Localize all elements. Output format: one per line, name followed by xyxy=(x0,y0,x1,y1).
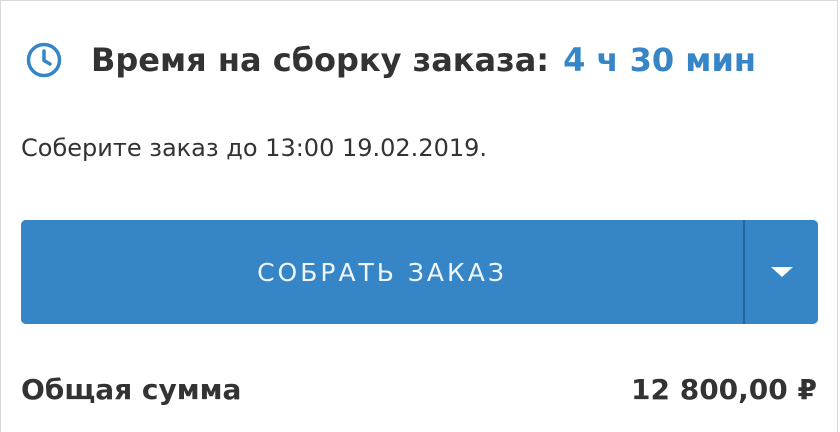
assembly-time-row: Время на сборку заказа: 4 ч 30 мин xyxy=(25,37,756,83)
assembly-time-value: 4 ч 30 мин xyxy=(563,41,756,79)
order-assembly-card: Время на сборку заказа: 4 ч 30 мин Собер… xyxy=(0,0,838,432)
total-value: 12 800,00 ₽ xyxy=(631,372,817,406)
assemble-order-button-group: СОБРАТЬ ЗАКАЗ xyxy=(21,220,818,324)
total-label: Общая сумма xyxy=(21,372,242,406)
dropdown-toggle-button[interactable] xyxy=(745,220,818,324)
deadline-text: Соберите заказ до 13:00 19.02.2019. xyxy=(21,134,488,162)
assemble-order-button[interactable]: СОБРАТЬ ЗАКАЗ xyxy=(21,220,743,324)
caret-down-icon xyxy=(770,267,793,277)
total-row: Общая сумма 12 800,00 ₽ xyxy=(21,367,817,411)
clock-icon xyxy=(25,41,63,79)
assembly-time-label: Время на сборку заказа: xyxy=(91,41,550,79)
